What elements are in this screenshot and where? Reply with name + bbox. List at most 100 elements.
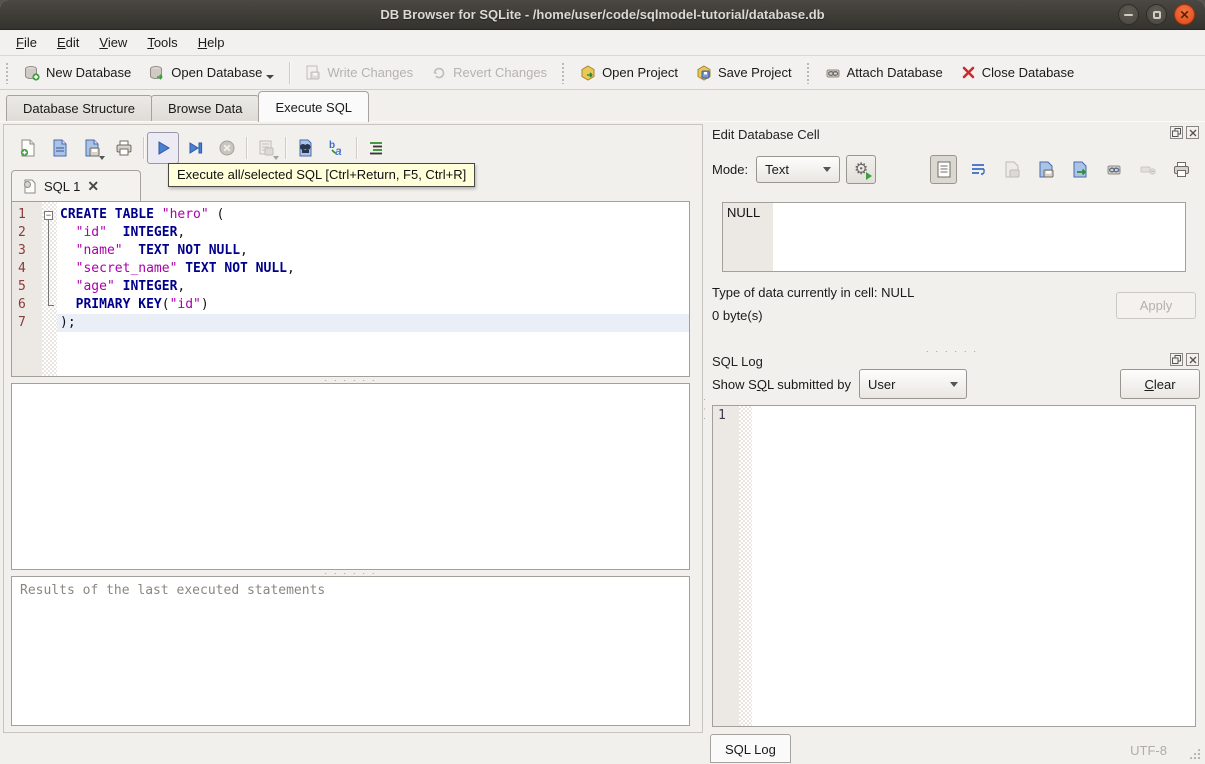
titlebar[interactable]: DB Browser for SQLite - /home/user/code/… [0,0,1205,30]
cell-value: NULL [727,205,761,220]
log-line-number: 1 [718,408,726,423]
line-number: 1 [18,207,26,222]
sql-area-frame: ba SQL 1 ✕ 1234567 − CREATE TABLE "hero"… [3,124,703,733]
maximize-icon [1152,10,1161,19]
tab-execute-sql[interactable]: Execute SQL [258,91,370,122]
word-wrap-button[interactable] [964,155,991,184]
execute-all-button[interactable] [147,132,179,164]
close-button[interactable]: ✕ [1174,4,1195,25]
toolbar-drag-handle[interactable] [805,61,811,84]
sql-log-content [752,406,1195,726]
open-project-button[interactable]: Open Project [571,60,687,86]
toolbar-drag-handle[interactable] [5,61,10,84]
sql-log-editor[interactable]: 1 [712,405,1196,727]
attach-database-button[interactable]: Attach Database [816,60,952,86]
close-icon: ✕ [1179,7,1190,22]
menu-view[interactable]: View [89,31,137,54]
cell-size-info: 0 byte(s) [712,308,763,323]
mode-value: Text [765,162,789,177]
tab-browse-data[interactable]: Browse Data [151,95,260,122]
code-token: ( [208,207,225,222]
write-changes-button: Write Changes [296,60,422,86]
save-project-button[interactable]: Save Project [687,60,801,86]
sql-file-tab[interactable]: SQL 1 ✕ [11,170,141,201]
close-database-icon [962,66,975,79]
save-results-menu-caret [273,156,279,160]
indent-icon [370,142,382,155]
code-token: "age" [75,279,115,294]
open-database-button[interactable]: Open Database [140,60,283,86]
float-dock-button[interactable] [1170,126,1183,139]
results-table-pane[interactable] [11,383,690,570]
close-dock-button[interactable] [1186,353,1199,366]
indent-button[interactable] [360,132,392,164]
editor-fold-margin[interactable]: − [42,202,57,376]
edit-cell-dock-buttons [1170,126,1199,139]
revert-changes-button: Revert Changes [422,60,556,86]
execute-tooltip: Execute all/selected SQL [Ctrl+Return, F… [168,163,476,187]
set-null-icon [1140,166,1156,175]
results-message-pane[interactable]: Results of the last executed statements [11,576,690,726]
toolbar-separator [285,137,286,159]
close-database-button[interactable]: Close Database [952,60,1084,85]
minimize-icon [1124,13,1133,16]
dock-splitter-handle[interactable]: · · · · · · [708,346,1196,355]
code-token: ) [200,297,209,312]
open-sql-file-button[interactable] [44,132,76,164]
close-dock-button[interactable] [1186,126,1199,139]
save-as-file-button[interactable] [1032,155,1059,184]
sql-code-editor[interactable]: 1 2 3 4 5 6 7 − CREATE TABLE "hero" ( "id" INT… [11,201,690,377]
toolbar-separator [289,61,291,84]
editor-code[interactable]: CREATE TABLE "hero" ( "id" INTEGER, "nam… [57,202,689,376]
save-sql-file-button[interactable] [76,132,108,164]
cell-value-editor[interactable]: NULL [722,202,1186,272]
open-database-menu-caret[interactable] [266,74,275,79]
code-token: TEXT NOT NULL [138,243,241,258]
sql-document-icon [24,179,36,193]
maximize-button[interactable] [1146,4,1167,25]
word-wrap-icon [971,163,985,175]
clear-log-button[interactable]: Clear [1120,369,1200,399]
format-sql-button[interactable]: ba [321,132,353,164]
resize-grip-icon[interactable] [1188,747,1201,760]
float-dock-button[interactable] [1170,353,1183,366]
print-button[interactable] [108,132,140,164]
auto-switch-mode-button[interactable]: ⚙ [846,155,877,184]
toolbar-drag-handle[interactable] [561,61,567,84]
export-file-button[interactable] [1066,155,1093,184]
menu-file[interactable]: File [6,31,47,54]
text-mode-button[interactable] [930,155,957,184]
save-sql-menu-caret[interactable] [99,156,105,160]
sql-editor-toolbar: ba [12,131,392,165]
code-token: CREATE TABLE [60,207,154,222]
fold-collapse-icon[interactable]: − [44,211,53,220]
minimize-button[interactable] [1118,4,1139,25]
code-token: "secret_name" [75,261,178,276]
attach-database-icon [826,69,840,77]
sql-log-filter-combobox[interactable]: User [859,369,967,399]
close-sql-tab-icon[interactable]: ✕ [87,178,99,195]
find-replace-button[interactable] [289,132,321,164]
code-line: "age" INTEGER, [57,278,689,296]
stop-icon [219,140,235,156]
print-icon [116,140,132,156]
copy-link-button[interactable] [1100,155,1127,184]
code-token: ( [161,297,170,312]
menu-edit[interactable]: Edit [47,31,89,54]
new-sql-tab-button[interactable] [12,132,44,164]
tab-sql-log[interactable]: SQL Log [710,734,791,763]
execute-line-button[interactable] [179,132,211,164]
code-line: "secret_name" TEXT NOT NULL, [57,260,689,278]
copy-link-icon [1107,165,1120,175]
tab-database-structure[interactable]: Database Structure [6,95,153,122]
print-cell-button[interactable] [1168,155,1195,184]
mode-combobox[interactable]: Text [756,156,841,183]
menu-tools[interactable]: Tools [137,31,187,54]
menu-help[interactable]: Help [188,31,235,54]
save-project-icon [697,64,711,81]
new-database-button[interactable]: New Database [15,60,140,86]
